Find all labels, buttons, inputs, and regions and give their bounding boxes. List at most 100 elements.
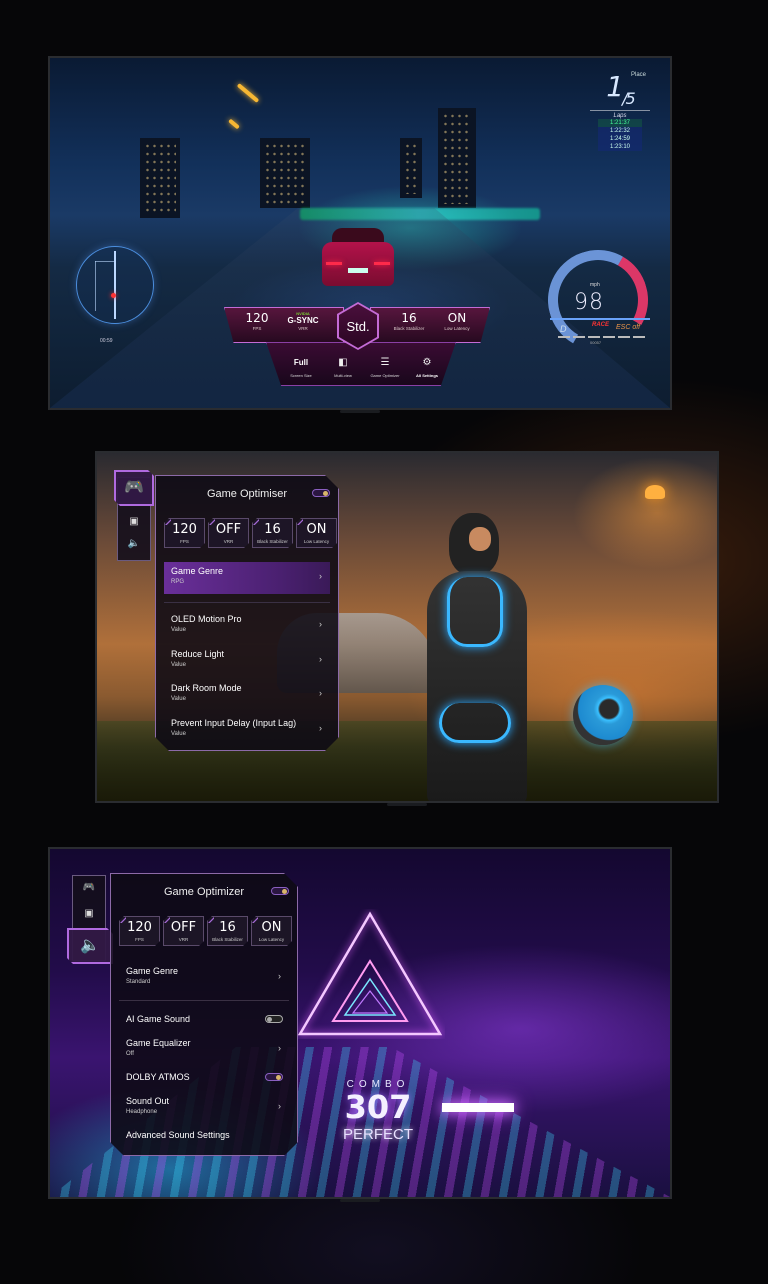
game-optimiser-panel: Game Optimiser 120 FPS OFF VRR 16 Black Sta… (155, 475, 339, 751)
picture-icon[interactable]: ▣ (118, 516, 150, 527)
lap-time: 1:21:37 (598, 119, 642, 127)
black-stabilizer-value: 16 (219, 920, 236, 935)
multi-view-label: Multi-view (334, 373, 352, 378)
minimap (76, 246, 154, 324)
chevron-right-icon: › (319, 688, 322, 698)
fps-label: FPS (252, 326, 262, 331)
multi-view-button[interactable]: ◧ Multi-view (321, 357, 365, 378)
place-current: 1 (606, 70, 624, 103)
picture-mode-value: Std. (339, 304, 377, 348)
hud-left-stats: 120 FPS NVIDIA G-SYNC VRR (224, 307, 344, 343)
outer-triangle (297, 911, 443, 1036)
tv-rpg-game: 🎮 ▣ 🔈 Game Optimiser 120 FPS OFF VRR 16 Bla… (95, 451, 719, 803)
place-total: 5 (625, 89, 636, 108)
menu-item-game-genre[interactable]: Game Genre Standard › (119, 962, 289, 994)
combo-value: 307 (344, 1088, 412, 1126)
light-streak (228, 118, 240, 130)
vrr-label: VRR (298, 326, 308, 331)
menu-item-reduce-light[interactable]: Reduce Light Value › (164, 645, 330, 677)
screen-size-button[interactable]: Full Screen Size (279, 357, 323, 378)
lap-time: 1:22:32 (598, 127, 642, 135)
game-optimizer-label: Game Optimizer (370, 373, 400, 378)
black-stabilizer-value: 16 (264, 522, 281, 537)
menu-item-value: RPG (171, 579, 185, 585)
game-optimizer-toggle[interactable] (271, 887, 289, 895)
menu-item-advanced-sound-settings[interactable]: Advanced Sound Settings (119, 1126, 289, 1146)
menu-item-game-genre[interactable]: Game Genre RPG › (164, 562, 330, 594)
speaker-icon[interactable]: 🔈 (67, 928, 113, 964)
all-settings-label: All Settings (415, 373, 438, 378)
divider (164, 602, 330, 603)
speed-value: 98 (574, 290, 604, 315)
tv-stand (340, 410, 380, 413)
black-stabilizer-stat: 16 Black Stabilizer (252, 518, 293, 548)
menu-item-oled-motion-pro[interactable]: OLED Motion Pro Value › (164, 610, 330, 642)
speaker-icon[interactable]: 🔈 (118, 538, 150, 549)
menu-item-title: Sound Out (126, 1096, 170, 1106)
picture-icon[interactable]: ▣ (73, 908, 105, 919)
low-latency-value: ON (447, 311, 467, 325)
gamepad-icon[interactable]: 🎮 (114, 470, 154, 506)
menu-item-value: Value (171, 662, 186, 668)
menu-item-sound-out[interactable]: Sound Out Headphone › (119, 1092, 289, 1124)
odometer-value: 00057 (590, 340, 602, 345)
menu-item-value: Value (171, 696, 186, 702)
gamepad-icon[interactable]: 🎮 (73, 882, 105, 893)
low-latency-value: ON (261, 920, 282, 935)
building (140, 138, 180, 218)
vrr-stat: OFF VRR (163, 916, 204, 946)
gear-indicator: D (560, 324, 567, 334)
chevron-right-icon: › (278, 1101, 281, 1111)
menu-item-value: Standard (126, 979, 151, 985)
chevron-right-icon: › (319, 654, 322, 664)
player-marker (111, 293, 116, 298)
vrr-stat: OFF VRR (208, 518, 249, 548)
drive-mode: RACE (592, 322, 610, 328)
fps-value: 120 (245, 311, 269, 325)
ai-game-sound-toggle[interactable] (265, 1015, 283, 1023)
menu-item-title: OLED Motion Pro (171, 614, 242, 624)
black-stabilizer-stat: 16 Black Stabilizer (207, 916, 248, 946)
menu-item-dolby-atmos[interactable]: DOLBY ATMOS (119, 1068, 289, 1088)
tv-rhythm-game: COMBO 307 PERFECT 🎮 ▣ 🔈 Game Optimizer 1… (48, 847, 672, 1199)
menu-item-ai-game-sound[interactable]: AI Game Sound (119, 1010, 289, 1030)
stats-row: 120 FPS OFF VRR 16 Black Stabilizer ON Low L… (119, 916, 292, 946)
astronaut-character (417, 513, 537, 801)
black-stabilizer-label: Black Stabilizer (393, 326, 425, 331)
dolby-atmos-toggle[interactable] (265, 1073, 283, 1081)
gsync-label: G-SYNC (287, 316, 319, 325)
screen-size-value: Full (293, 358, 309, 367)
combo-display: COMBO 307 PERFECT (333, 1079, 423, 1143)
menu-item-dark-room-mode[interactable]: Dark Room Mode Value › (164, 679, 330, 711)
all-settings-button[interactable]: ⚙ All Settings (405, 357, 449, 378)
game-dashboard: 120 FPS NVIDIA G-SYNC VRR 16 Black Stabi… (224, 302, 490, 388)
game-optimizer-panel: Game Optimizer 120 FPS OFF VRR 16 Black Sta… (110, 873, 298, 1156)
speed-unit: mph (590, 282, 600, 288)
speed-baseline (550, 318, 650, 320)
chevron-right-icon: › (278, 1043, 281, 1053)
lap-time: 1:24:59 (598, 135, 642, 143)
drone-orb (573, 685, 633, 745)
screen-size-label: Screen Size (290, 373, 312, 378)
odometer-bar (558, 336, 648, 338)
game-optimiser-toggle[interactable] (312, 489, 330, 497)
vrr-value: OFF (170, 920, 197, 935)
fps-stat: 120 FPS (164, 518, 205, 548)
minimap-track (95, 261, 96, 311)
panel-title: Game Optimiser (206, 488, 288, 500)
menu-item-value: Off (126, 1051, 134, 1057)
menu-item-game-equalizer[interactable]: Game Equalizer Off › (119, 1034, 289, 1066)
menu-item-prevent-input-delay[interactable]: Prevent Input Delay (Input Lag) Value › (164, 714, 330, 746)
menu-item-title: Game Genre (171, 566, 224, 576)
chevron-right-icon: › (319, 619, 322, 629)
game-optimizer-button[interactable]: ☰ Game Optimizer (363, 357, 407, 378)
menu-item-title: AI Game Sound (126, 1014, 191, 1024)
fps-stat: 120 FPS (119, 916, 160, 946)
menu-item-title: Reduce Light (171, 649, 225, 659)
gear-icon: ⚙ (422, 357, 432, 368)
low-latency-value: ON (306, 522, 327, 537)
building (400, 138, 422, 198)
divider (119, 1000, 289, 1001)
menu-item-title: Advanced Sound Settings (126, 1130, 230, 1140)
speedometer: mph 98 D RACE ESC off 00057 (536, 238, 660, 362)
